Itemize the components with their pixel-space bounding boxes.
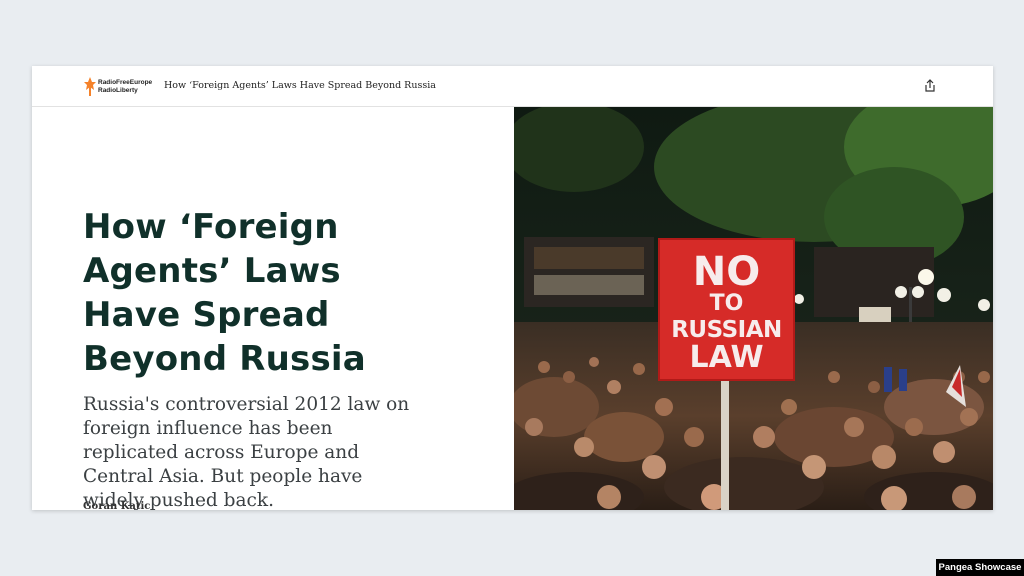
protest-sign: NO TO RUSSIAN LAW (658, 238, 795, 381)
article-headline: How ‘Foreign Agents’ Laws Have Spread Be… (83, 207, 366, 379)
sign-line-law: LAW (689, 340, 764, 375)
sign-line-to: TO (709, 291, 744, 316)
hero-photo: NO TO RUSSIAN LAW (514, 107, 993, 510)
sign-line-no: NO (692, 249, 761, 295)
top-bar: RadioFreeEurope RadioLiberty How ‘Foreig… (32, 66, 993, 107)
logo-text-line1: RadioFreeEurope (98, 79, 153, 86)
article-intro: How ‘Foreign Agents’ Laws Have Spread Be… (32, 107, 514, 510)
pangea-showcase-badge: Pangea Showcase (936, 559, 1024, 576)
logo-text-line2: RadioLiberty (98, 87, 138, 94)
article-summary: Russia's controversial 2012 law on forei… (83, 394, 410, 510)
rferl-logo[interactable]: RadioFreeEurope RadioLiberty (84, 77, 156, 97)
torch-icon (84, 77, 96, 96)
sign-pole (721, 381, 729, 510)
story-frame: RadioFreeEurope RadioLiberty How ‘Foreig… (32, 66, 993, 510)
share-button[interactable] (923, 79, 937, 93)
header-title: How ‘Foreign Agents’ Laws Have Spread Be… (164, 80, 436, 91)
article-author[interactable]: Goran Katic (83, 501, 150, 510)
share-icon (925, 79, 935, 92)
